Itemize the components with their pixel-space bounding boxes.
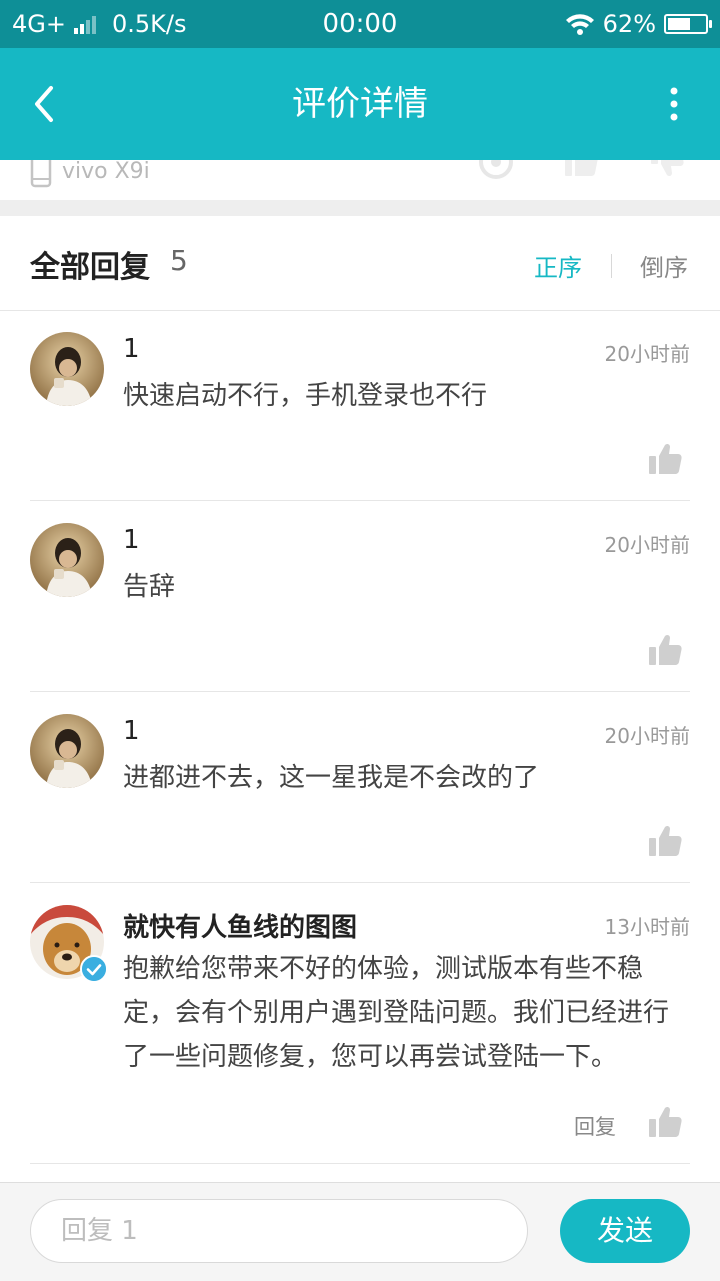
device-name: vivo X9i [62, 160, 150, 184]
reply-bar: 发送 [0, 1182, 720, 1281]
reply-time: 13小时前 [604, 915, 690, 939]
section-divider [0, 200, 720, 216]
username[interactable]: 1 [123, 334, 140, 364]
avatar[interactable] [30, 332, 104, 406]
status-right: 62% [565, 10, 712, 38]
reply-button[interactable]: 回复 [574, 1111, 616, 1141]
reply-text: 进都进不去，这一星我是不会改的了 [123, 763, 540, 793]
send-button[interactable]: 发送 [560, 1199, 690, 1263]
reply-text: 抱歉给您带来不好的体验，测试版本有些不稳定，会有个别用户遇到登陆问题。我们已经进… [123, 954, 670, 1072]
more-button[interactable] [654, 84, 694, 124]
battery-icon [664, 14, 712, 34]
username[interactable]: 1 [123, 525, 140, 555]
battery-percent: 62% [602, 10, 656, 38]
wifi-icon [565, 14, 594, 35]
reply-time: 20小时前 [604, 724, 690, 748]
replies-header: 全部回复 5 正序 倒序 [0, 216, 720, 311]
more-vertical-icon [670, 87, 678, 121]
reply-item: 1 20小时前 进都进不去，这一星我是不会改的了 [30, 692, 690, 883]
reply-time: 20小时前 [604, 342, 690, 366]
app-header: 评价详情 [0, 48, 720, 160]
thumb-up-icon[interactable] [648, 1105, 682, 1139]
reply-time: 20小时前 [604, 533, 690, 557]
sort-divider [611, 254, 612, 278]
reply-text: 快速启动不行，手机登录也不行 [123, 381, 488, 411]
verified-badge-icon [80, 955, 108, 983]
user-avatar-image [30, 332, 104, 406]
thumb-up-icon[interactable] [564, 160, 598, 178]
device-info: vivo X9i [30, 160, 150, 188]
reply-text: 告辞 [123, 572, 176, 602]
username[interactable]: 1 [123, 716, 140, 746]
thumb-up-icon[interactable] [648, 633, 682, 667]
replies-count: 5 [170, 244, 188, 277]
review-card-footer: vivo X9i [0, 160, 720, 200]
thumb-up-icon[interactable] [648, 442, 682, 476]
thumb-down-icon[interactable] [650, 160, 684, 178]
reply-item: 1 20小时前 告辞 [30, 501, 690, 692]
replies-label: 全部回复 [30, 250, 150, 285]
reply-input[interactable] [30, 1199, 528, 1263]
comment-icon[interactable] [478, 160, 514, 180]
user-avatar-image [30, 523, 104, 597]
page-title: 评价详情 [292, 84, 428, 124]
avatar[interactable] [30, 714, 104, 788]
sort-ascending-tab[interactable]: 正序 [534, 248, 582, 283]
phone-icon [30, 160, 52, 188]
sort-descending-tab[interactable]: 倒序 [640, 248, 688, 283]
username[interactable]: 就快有人鱼线的图图 [123, 907, 357, 944]
user-avatar-image [30, 714, 104, 788]
reply-item: 1 20小时前 快速启动不行，手机登录也不行 [30, 310, 690, 501]
status-bar: 4G+ 0.5K/s 00:00 62% [0, 0, 720, 48]
reply-item: 就快有人鱼线的图图 13小时前 抱歉给您带来不好的体验，测试版本有些不稳定，会有… [30, 883, 690, 1164]
avatar[interactable] [30, 523, 104, 597]
thumb-up-icon[interactable] [648, 824, 682, 858]
